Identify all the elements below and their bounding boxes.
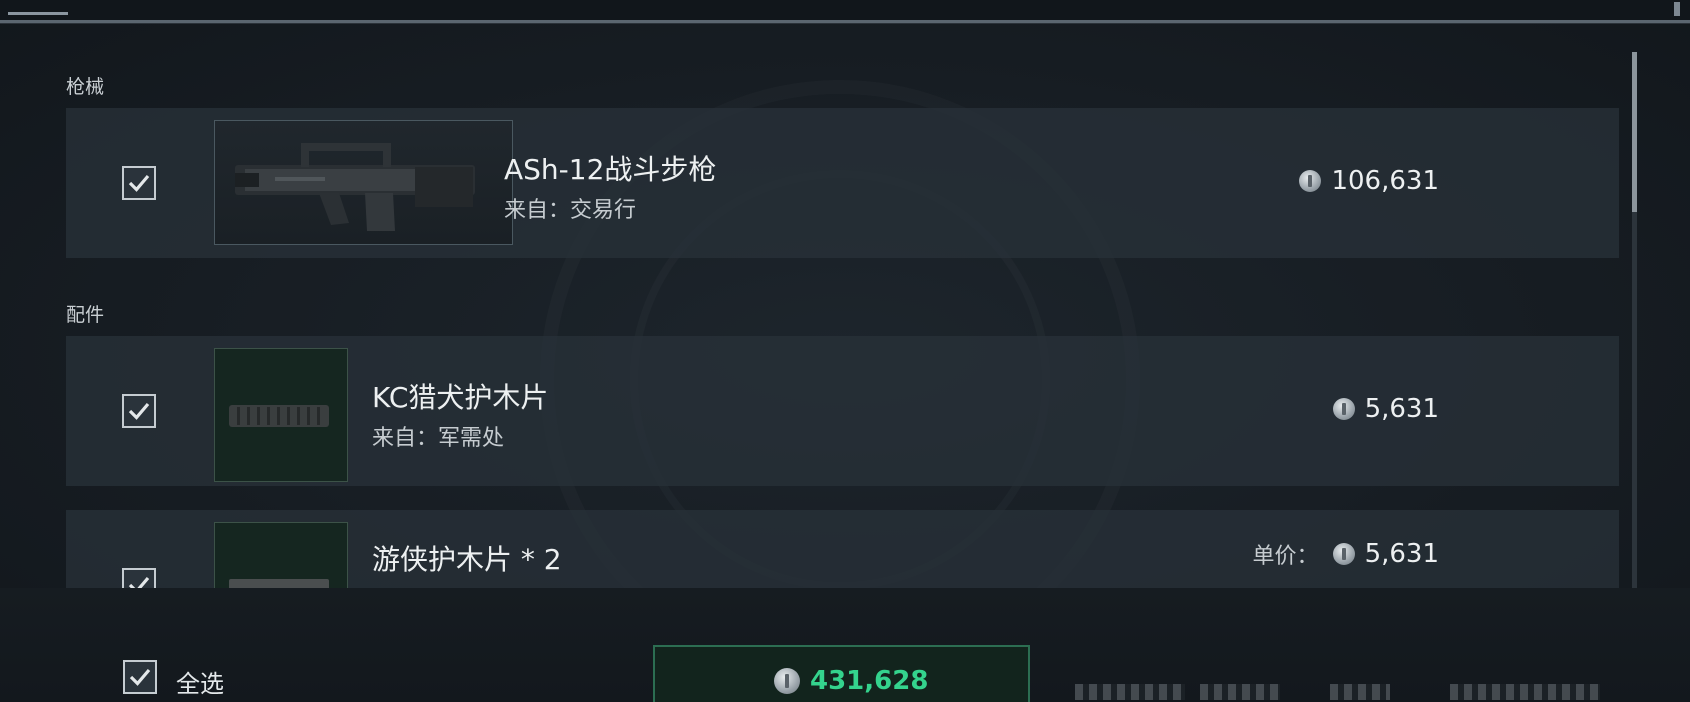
blurred-button-text	[1330, 684, 1390, 700]
item-checkbox-ranger-handguard[interactable]	[122, 568, 156, 588]
item-price-rifle: 106,631	[1299, 166, 1439, 196]
blurred-button-text	[1200, 684, 1280, 700]
item-name-ranger-handguard: 游侠护木片 * 2	[372, 543, 562, 576]
list-item-kc-handguard[interactable]: KC猎犬护木片 来自：军需处 5,631	[66, 336, 1619, 486]
item-name-kc-handguard: KC猎犬护木片	[372, 381, 549, 414]
checkmark-icon	[128, 174, 150, 192]
handguard-icon	[229, 579, 329, 588]
blurred-button-text	[1450, 684, 1600, 700]
checkmark-icon	[128, 402, 150, 420]
blurred-button-text	[1075, 684, 1185, 700]
rifle-icon	[235, 143, 475, 231]
handguard-thumbnail	[214, 522, 348, 588]
purchase-list-screen: 枪械 ASh-12战斗步枪 来自：交易行 106,631 配件 KC猎犬护木片 …	[0, 0, 1690, 702]
list-item-rifle[interactable]: ASh-12战斗步枪 来自：交易行 106,631	[66, 108, 1619, 258]
frame-bevel-right	[1674, 2, 1680, 16]
item-price-ranger-handguard: 单价： 5,631	[1253, 538, 1439, 570]
top-frame-bar	[0, 0, 1690, 23]
item-price-value-kc-handguard: 5,631	[1364, 394, 1439, 424]
select-all-checkbox[interactable]	[123, 660, 157, 694]
frame-bevel-left	[8, 12, 68, 15]
item-price-kc-handguard: 5,631	[1332, 394, 1439, 424]
handguard-icon	[229, 405, 329, 427]
checkmark-icon	[129, 668, 151, 686]
item-source-kc-handguard: 来自：军需处	[372, 426, 505, 451]
select-all-label[interactable]: 全选	[176, 664, 224, 699]
coin-icon	[1299, 170, 1322, 192]
section-label-guns: 枪械	[66, 76, 105, 98]
item-source-rifle: 来自：交易行	[504, 198, 637, 223]
rifle-thumbnail	[214, 120, 513, 245]
item-list-scroll-area[interactable]: 枪械 ASh-12战斗步枪 来自：交易行 106,631 配件 KC猎犬护木片 …	[0, 60, 1690, 588]
coin-icon	[774, 668, 800, 694]
item-checkbox-rifle[interactable]	[122, 166, 156, 200]
section-label-parts: 配件	[66, 304, 105, 326]
item-checkbox-kc-handguard[interactable]	[122, 394, 156, 428]
coin-icon	[1332, 543, 1355, 565]
coin-icon	[1332, 398, 1355, 420]
item-price-value-ranger-handguard: 5,631	[1364, 539, 1439, 569]
item-name-rifle: ASh-12战斗步枪	[504, 153, 717, 186]
list-item-ranger-handguard[interactable]: 游侠护木片 * 2 单价： 5,631	[66, 510, 1619, 588]
scrollbar-thumb[interactable]	[1632, 52, 1637, 212]
checkmark-icon	[128, 576, 150, 588]
total-price: 431,628	[774, 666, 928, 696]
total-price-value: 431,628	[810, 666, 929, 696]
item-price-value-rifle: 106,631	[1331, 166, 1439, 196]
handguard-thumbnail	[214, 348, 348, 482]
unit-price-label: 单价：	[1252, 544, 1319, 569]
